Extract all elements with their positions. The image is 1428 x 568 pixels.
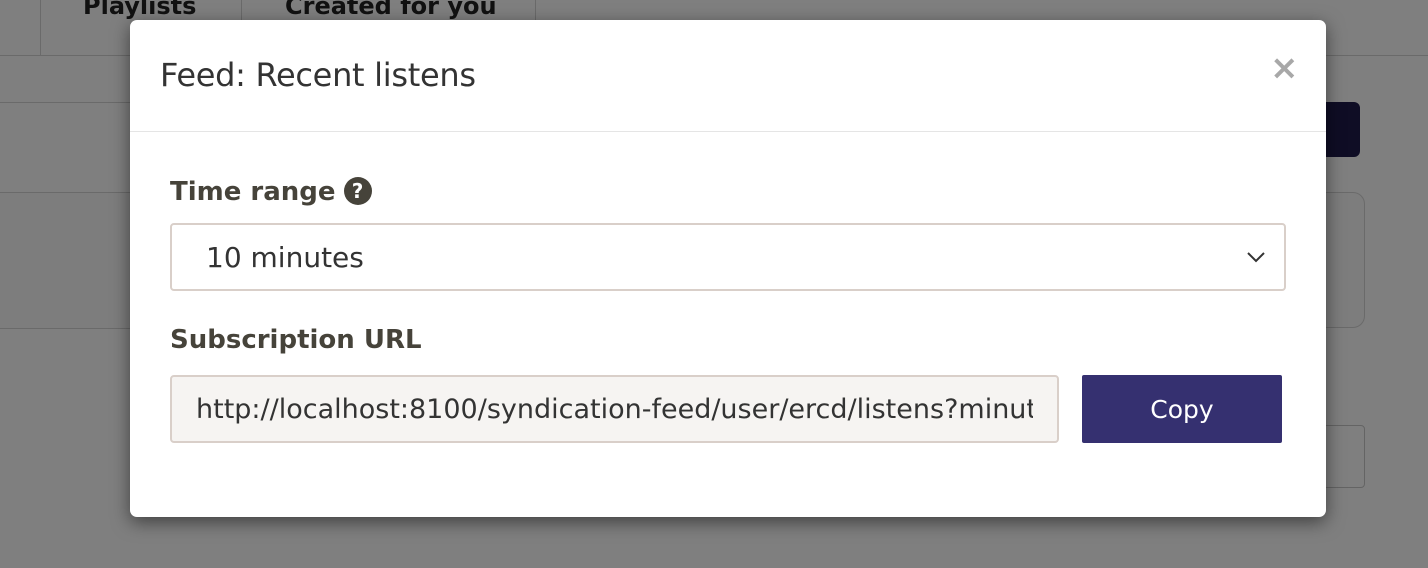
time-range-select[interactable]: 10 minutes: [170, 223, 1286, 291]
copy-button[interactable]: Copy: [1082, 375, 1282, 443]
help-icon[interactable]: ?: [343, 177, 372, 205]
chevron-down-icon: [1247, 252, 1265, 263]
modal-title: Feed: Recent listens: [160, 56, 476, 94]
time-range-label-text: Time range: [170, 177, 336, 207]
time-range-selected-value: 10 minutes: [206, 241, 364, 274]
subscription-url-label: Subscription URL: [170, 325, 422, 355]
close-button[interactable]: ×: [1270, 50, 1299, 86]
subscription-url-input[interactable]: [170, 375, 1059, 443]
time-range-label: Time range?: [170, 175, 372, 209]
feed-modal: Feed: Recent listens × Time range? 10 mi…: [130, 20, 1326, 517]
modal-header: Feed: Recent listens ×: [130, 20, 1326, 132]
page: Playlists Created for you Feed: Recent l…: [0, 0, 1428, 568]
